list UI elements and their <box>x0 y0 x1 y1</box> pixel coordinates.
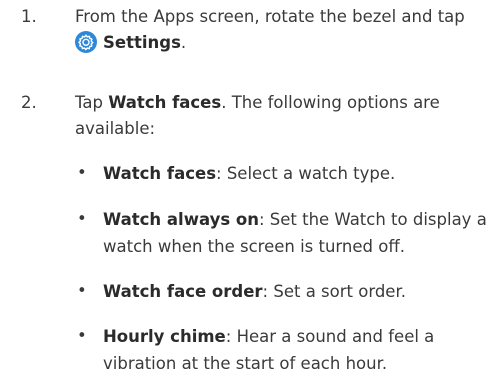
option-text: Watch face order: Set a sort order. <box>103 278 498 305</box>
option-title: Watch face order <box>103 282 263 301</box>
step-line: Tap Watch faces. The following options a… <box>75 90 495 116</box>
option-line: vibration at the start of each hour. <box>103 354 388 373</box>
option-description: : Hear a sound and feel a <box>225 327 435 346</box>
option-line: watch when the screen is turned off. <box>103 237 405 256</box>
option-description: : Select a watch type. <box>216 164 396 183</box>
settings-gear-icon <box>75 31 97 53</box>
settings-label: Settings <box>103 33 181 52</box>
step-text: From the Apps screen, rotate the bezel a… <box>75 4 495 56</box>
option-line: Watch faces: Select a watch type. <box>103 160 498 187</box>
option-description: : Set the Watch to display a <box>258 210 487 229</box>
instructions-document: 1. From the Apps screen, rotate the beze… <box>0 0 504 375</box>
step-line: available: <box>75 119 156 138</box>
bullet-point: • <box>77 326 87 345</box>
option-description: : Set a sort order. <box>262 282 406 301</box>
option-text: Watch faces: Select a watch type. <box>103 160 498 187</box>
step-text-segment: Tap <box>75 93 109 112</box>
option-line: Hourly chime: Hear a sound and feel a <box>103 323 498 350</box>
option-text: Watch always on: Set the Watch to displa… <box>103 206 498 260</box>
option-text: Hourly chime: Hear a sound and feel a vi… <box>103 323 498 377</box>
option-line: Watch always on: Set the Watch to displa… <box>103 206 498 233</box>
option-title: Hourly chime <box>103 327 226 346</box>
option-line: Watch face order: Set a sort order. <box>103 278 498 305</box>
bullet-point: • <box>77 209 87 228</box>
step-line: Settings. <box>75 30 495 56</box>
step-line: From the Apps screen, rotate the bezel a… <box>75 7 465 26</box>
option-title: Watch always on <box>103 210 259 229</box>
option-title: Watch faces <box>103 164 217 183</box>
watch-faces-label: Watch faces <box>108 93 222 112</box>
step-number: 1. <box>21 7 37 26</box>
step-text-segment: . The following options are <box>221 93 440 112</box>
step-number: 2. <box>21 93 37 112</box>
step-punctuation: . <box>180 33 187 52</box>
bullet-point: • <box>77 163 87 182</box>
step-text: Tap Watch faces. The following options a… <box>75 90 495 142</box>
bullet-point: • <box>77 281 87 300</box>
